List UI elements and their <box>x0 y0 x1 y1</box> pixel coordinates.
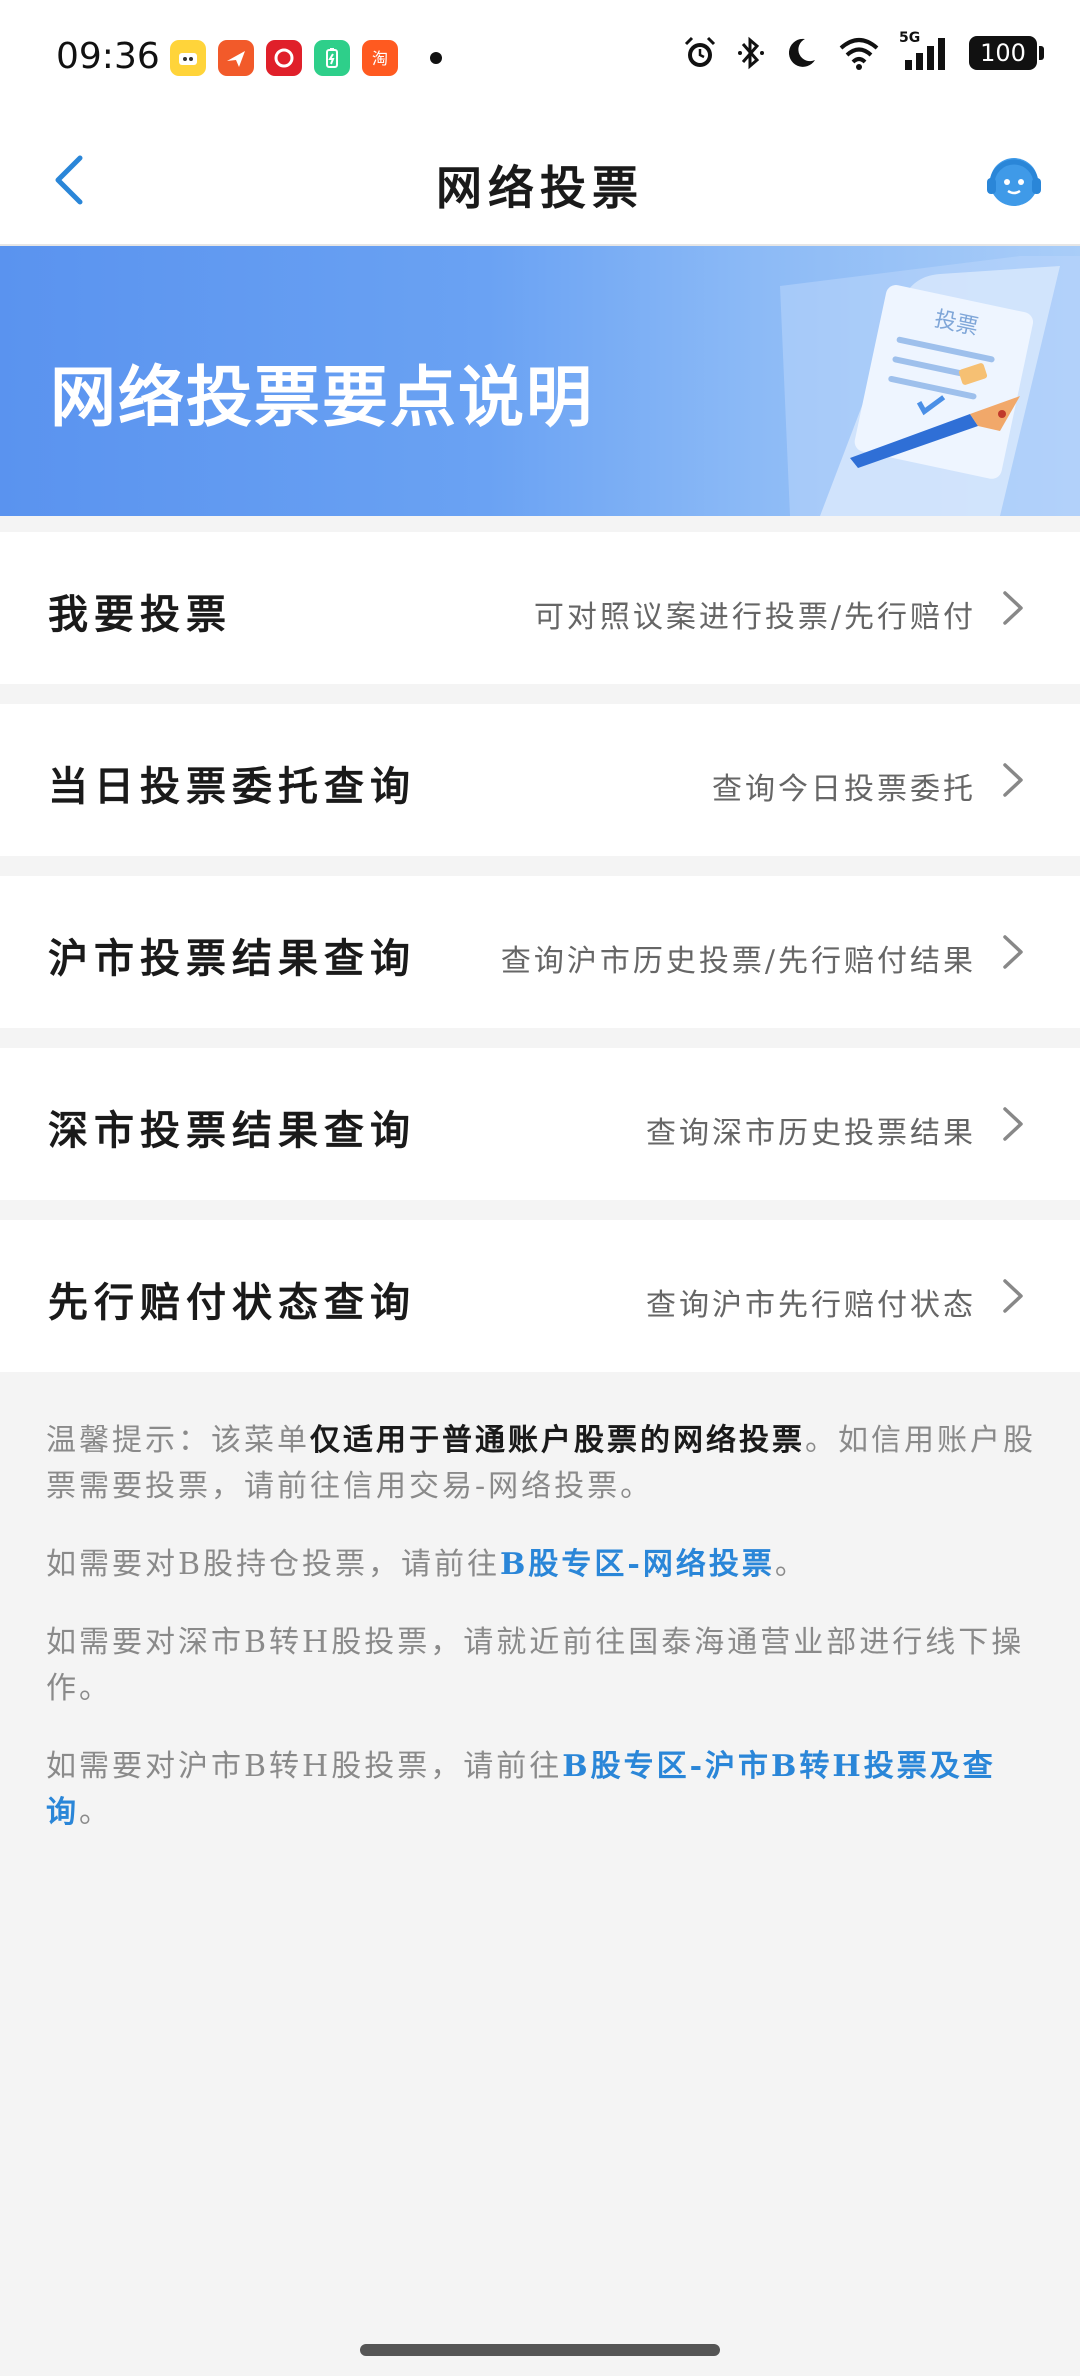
status-bar: 09:36 淘 5G 100 <box>0 0 1080 118</box>
menu-item-today-entrust-query[interactable]: 当日投票委托查询 查询今日投票委托 <box>0 704 1080 856</box>
chevron-right-icon <box>1003 591 1023 625</box>
tip-text: 如需要对深市B转H股投票，请就近前往国泰海通营业部进行线下操作。 <box>46 1625 1025 1706</box>
shopping-app-icon <box>266 40 302 76</box>
signal-icon: 5G <box>899 30 951 72</box>
network-type: 5G <box>899 30 921 46</box>
tip-text: 。 <box>774 1547 808 1582</box>
tip-text: 温馨提示：该菜单 <box>46 1423 310 1458</box>
chevron-right-icon <box>1003 763 1023 797</box>
menu-item-vote[interactable]: 我要投票 可对照议案进行投票/先行赔付 <box>0 532 1080 684</box>
menu-item-title: 当日投票委托查询 <box>48 763 416 810</box>
taobao-app-icon: 淘 <box>362 40 398 76</box>
menu-item-sh-result-query[interactable]: 沪市投票结果查询 查询沪市历史投票/先行赔付结果 <box>0 876 1080 1028</box>
menu-item-title: 我要投票 <box>48 591 232 638</box>
alarm-icon <box>684 36 716 67</box>
tip-text: 。 <box>79 1795 112 1830</box>
menu-item-title: 先行赔付状态查询 <box>48 1279 416 1326</box>
menu-item-desc: 查询沪市历史投票/先行赔付结果 <box>500 944 976 979</box>
menu-item-compensation-status-query[interactable]: 先行赔付状态查询 查询沪市先行赔付状态 <box>0 1220 1080 1372</box>
ballot-illustration-icon: 投票 <box>780 256 1080 516</box>
bilibili-like-icon <box>170 40 206 76</box>
bluetooth-icon <box>738 36 764 70</box>
tip-paragraph: 温馨提示：该菜单仅适用于普通账户股票的网络投票。如信用账户股票需要投票，请前往信… <box>46 1418 1036 1510</box>
nav-bar: 网络投票 <box>0 118 1080 246</box>
customer-service-icon <box>987 158 1041 206</box>
tip-text: 如需要对沪市B转H股投票，请前往 <box>46 1749 563 1784</box>
chevron-right-icon <box>1003 1279 1023 1313</box>
svg-text:淘: 淘 <box>372 49 388 68</box>
tip-text: 如需要对B股持仓投票，请前往 <box>46 1547 501 1582</box>
tip-paragraph: 如需要对B股持仓投票，请前往B股专区-网络投票。 <box>46 1542 1036 1588</box>
chevron-right-icon <box>1003 935 1023 969</box>
home-gesture-bar[interactable] <box>360 2344 720 2356</box>
tips-section: 温馨提示：该菜单仅适用于普通账户股票的网络投票。如信用账户股票需要投票，请前往信… <box>46 1418 1036 1868</box>
menu-item-title: 深市投票结果查询 <box>48 1107 416 1154</box>
page-title: 网络投票 <box>436 161 644 215</box>
battery-level: 100 <box>969 36 1037 70</box>
tip-paragraph: 如需要对深市B转H股投票，请就近前往国泰海通营业部进行线下操作。 <box>46 1620 1036 1712</box>
plane-app-icon <box>218 40 254 76</box>
banner-title: 网络投票要点说明 <box>50 359 594 436</box>
chevron-right-icon <box>1003 1107 1023 1141</box>
moon-icon <box>788 38 815 67</box>
status-time: 09:36 <box>56 36 160 77</box>
tip-paragraph: 如需要对沪市B转H股投票，请前往B股专区-沪市B转H投票及查询。 <box>46 1744 1036 1836</box>
status-indicators: 5G 100 <box>681 30 1044 72</box>
customer-service-button[interactable] <box>984 152 1044 212</box>
menu-item-desc: 查询深市历史投票结果 <box>646 1116 976 1151</box>
wifi-icon <box>839 38 879 70</box>
b-share-vote-link[interactable]: B股专区-网络投票 <box>500 1547 775 1582</box>
battery-indicator: 100 <box>969 36 1044 70</box>
menu-item-desc: 查询今日投票委托 <box>712 772 976 807</box>
menu-item-desc: 查询沪市先行赔付状态 <box>646 1288 976 1323</box>
more-notifications-dot <box>430 52 442 64</box>
menu-item-desc: 可对照议案进行投票/先行赔付 <box>533 600 976 635</box>
vote-guide-banner[interactable]: 网络投票要点说明 投票 <box>0 246 1080 516</box>
menu-item-sz-result-query[interactable]: 深市投票结果查询 查询深市历史投票结果 <box>0 1048 1080 1200</box>
tip-emphasis: 仅适用于普通账户股票的网络投票 <box>310 1423 805 1458</box>
menu-item-title: 沪市投票结果查询 <box>48 935 416 982</box>
battery-app-icon <box>314 40 350 76</box>
notification-app-icons: 淘 <box>170 40 442 76</box>
